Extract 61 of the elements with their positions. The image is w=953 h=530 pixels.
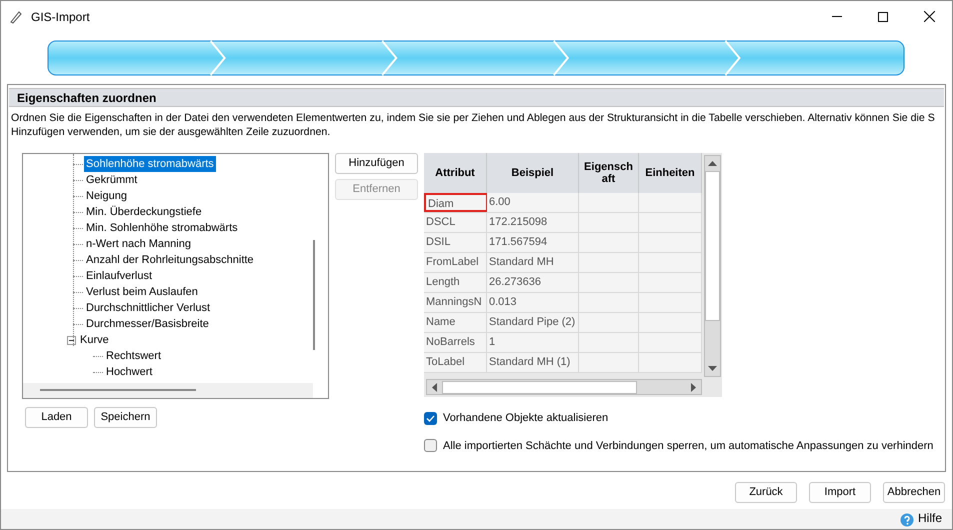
table-cell[interactable]: 1 [487,333,579,352]
tree-item[interactable]: Anzahl der Rohrleitungsabschnitte [84,252,256,268]
action-button[interactable]: Speichern [94,407,157,428]
table-cell[interactable]: Diam [424,193,487,212]
tree-item[interactable]: Min. Sohlenhöhe stromabwärts [84,220,240,236]
section-title: Eigenschaften zuordnen [17,90,156,106]
right-arrow-icon[interactable] [691,382,696,392]
checkbox-label: Alle importierten Schächte und Verbindungen sperren, um automatische Anpassungen zu verhindern [443,438,934,454]
table-cell[interactable]: ToLabel [424,353,487,372]
table-cell[interactable]: DSCL [424,213,487,232]
table-cell[interactable]: 172.215098 [487,213,579,232]
tree-item[interactable]: Sohlenhöhe stromabwärts [84,156,216,172]
tree-view[interactable] [22,153,329,399]
action-button[interactable]: Zurück [735,482,797,503]
vertical-scrollbar[interactable] [704,155,721,377]
action-button[interactable]: Abbrechen [883,482,945,503]
table-cell[interactable]: 26.273636 [487,273,579,292]
table-cell[interactable]: Standard MH [487,253,579,272]
checkmark-icon [426,414,435,422]
table-cell[interactable]: Standard Pipe (2) [487,313,579,332]
table-cell[interactable]: NoBarrels [424,333,487,352]
table-cell[interactable]: ManningsN [424,293,487,312]
table-cell[interactable]: Name [424,313,487,332]
help-link[interactable]: Hilfe [918,509,942,527]
tree-item[interactable]: Verlust beim Auslaufen [84,284,200,300]
tree-item[interactable]: Einlaufverlust [84,268,154,284]
table-cell[interactable]: 0.013 [487,293,579,312]
action-button[interactable]: Laden [25,407,88,428]
table-cell[interactable]: FromLabel [424,253,487,272]
tree-item[interactable]: Neigung [84,188,129,204]
description-text: Ordnen Sie die Eigenschaften in der Datei den verwendeten Elementwerten zu, indem Sie sie per Ziehen und Ablegen aus der Strukturansicht in die Tabelle verschieben. Alternativ können Sie die S [11,111,935,125]
tree-item[interactable]: Hochwert [104,364,154,380]
horizontal-scrollbar[interactable] [23,383,313,398]
table-cell[interactable]: DSIL [424,233,487,252]
collapse-icon[interactable] [67,336,76,344]
checkbox[interactable] [424,412,437,425]
table-cell[interactable]: 6.00 [487,193,579,212]
pen-icon [9,10,23,24]
tree-item[interactable]: Rechtswert [104,348,164,364]
table-cell[interactable]: Standard MH (1) [487,353,579,372]
table-cell[interactable]: Length [424,273,487,292]
tree-item[interactable]: Min. Überdeckungstiefe [84,204,204,220]
action-button[interactable]: Import [809,482,871,503]
action-button[interactable]: Hinzufügen [335,153,418,174]
left-arrow-icon[interactable] [432,382,437,392]
horizontal-scrollbar[interactable] [426,379,702,395]
checkbox[interactable] [424,439,437,452]
description-text: Hinzufügen verwenden, um sie der ausgewählten Zeile zuzuordnen. [11,125,330,139]
scrollbar-thumb[interactable] [313,240,315,350]
close-icon [924,11,934,22]
tree-item[interactable]: Kurve [78,332,111,348]
column-header[interactable]: Attribut [424,153,487,193]
checkbox-label: Vorhandene Objekte aktualisieren [443,411,608,426]
tree-item[interactable]: Gekrümmt [84,172,140,188]
window-title: GIS-Import [31,8,90,26]
tree-item[interactable]: Durchmesser/Basisbreite [84,316,211,332]
tree-item[interactable]: n-Wert nach Manning [84,236,193,252]
up-arrow-icon[interactable] [708,161,717,166]
tree-item[interactable]: Durchschnittlicher Verlust [84,300,212,316]
down-arrow-icon[interactable] [708,366,717,371]
table-cell[interactable]: 171.567594 [487,233,579,252]
